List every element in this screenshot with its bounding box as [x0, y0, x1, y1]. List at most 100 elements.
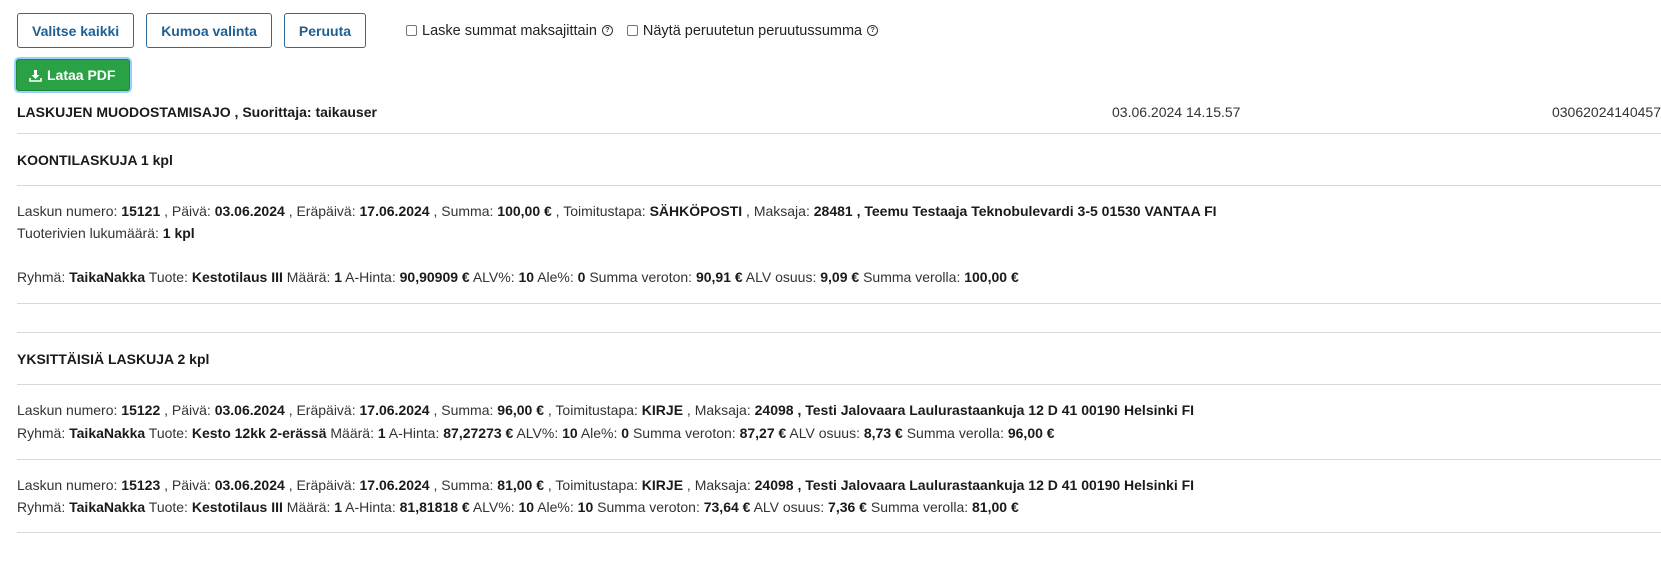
- label: Määrä:: [286, 499, 331, 515]
- label: ALV osuus:: [789, 425, 860, 441]
- label: Summa veroton:: [632, 425, 736, 441]
- label: Summa verolla:: [906, 425, 1004, 441]
- label: Määrä:: [330, 425, 374, 441]
- payer-details: , Teemu Testaaja Teknobulevardi 3-5 0153…: [856, 203, 1217, 219]
- rows-count: 1 kpl: [162, 225, 195, 241]
- label: Summa veroton:: [597, 499, 700, 515]
- label: , Eräpäivä:: [288, 477, 356, 493]
- cancel-button[interactable]: Peruuta: [283, 13, 367, 48]
- label: Ryhmä:: [17, 269, 66, 285]
- label: A-Hinta:: [345, 269, 396, 285]
- label: , Toimitustapa:: [547, 477, 638, 493]
- show-cancelled-checkbox[interactable]: [626, 25, 638, 36]
- download-icon: [29, 69, 42, 82]
- discount-percent: 0: [621, 425, 630, 441]
- group: TaikaNakka: [69, 425, 146, 441]
- label: Ale%:: [537, 269, 574, 285]
- invoice-number: 15122: [121, 402, 161, 418]
- label: , Summa:: [433, 203, 494, 219]
- sum-incl-vat: 100,00 €: [964, 269, 1019, 285]
- label: , Maksaja:: [686, 477, 751, 493]
- label: , Summa:: [433, 477, 494, 493]
- label: Tuote:: [148, 499, 188, 515]
- invoice-due-date: 17.06.2024: [359, 203, 430, 219]
- sum-excl-vat: 73,64 €: [703, 499, 751, 515]
- label: A-Hinta:: [388, 425, 440, 441]
- sum-excl-vat: 87,27 €: [739, 425, 787, 441]
- help-icon[interactable]: ?: [601, 25, 613, 36]
- invoice-sum: 81,00 €: [497, 477, 544, 493]
- label: , Eräpäivä:: [288, 203, 356, 219]
- delivery-method: KIRJE: [641, 477, 684, 493]
- help-icon[interactable]: ?: [867, 25, 879, 36]
- product: Kesto 12kk 2-erässä: [191, 425, 327, 441]
- label: , Päivä:: [164, 402, 211, 418]
- label: , Toimitustapa:: [547, 402, 638, 418]
- label: Summa veroton:: [589, 269, 693, 285]
- label: Ale%:: [580, 425, 618, 441]
- label: ALV osuus:: [753, 499, 825, 515]
- invoice-sum: 100,00 €: [497, 203, 552, 219]
- invoice-sum: 96,00 €: [497, 402, 544, 418]
- label: ALV%:: [472, 499, 515, 515]
- divider: [17, 303, 1661, 304]
- label: Tuote:: [148, 425, 188, 441]
- quantity: 1: [377, 425, 386, 441]
- label: ALV osuus:: [745, 269, 817, 285]
- divider: [17, 459, 1661, 460]
- run-title-text: LASKUJEN MUODOSTAMISAJO: [17, 104, 231, 120]
- sum-by-payer-checkbox[interactable]: [406, 25, 418, 36]
- sum-by-payer-option[interactable]: Laske summat maksajittain ?: [406, 23, 613, 39]
- invoice-number: 15121: [121, 203, 161, 219]
- select-all-button[interactable]: Valitse kaikki: [17, 13, 135, 48]
- individual-invoices-title: YKSITTÄISIÄ LASKUJA 2 kpl: [17, 351, 210, 367]
- label: , Toimitustapa:: [555, 203, 646, 219]
- show-cancelled-option[interactable]: Näytä peruutetun peruutussumma ?: [626, 22, 879, 39]
- label: Määrä:: [286, 269, 331, 285]
- divider: [17, 133, 1661, 134]
- label: Summa verolla:: [863, 269, 961, 285]
- undo-selection-button[interactable]: Kumoa valinta: [146, 13, 272, 48]
- group: TaikaNakka: [69, 499, 146, 515]
- product: Kestotilaus III: [191, 499, 283, 515]
- show-cancelled-label: Näytä peruutetun peruutussumma: [642, 22, 863, 39]
- divider: [17, 384, 1661, 385]
- vat-share: 7,36 €: [828, 499, 867, 515]
- invoice-line: Laskun numero: 15123 , Päivä: 03.06.2024…: [17, 477, 1194, 493]
- vat-percent: 10: [518, 499, 535, 515]
- product-row: Ryhmä: TaikaNakka Tuote: Kestotilaus III…: [17, 499, 1019, 515]
- label: ALV%:: [472, 269, 515, 285]
- label: , Päivä:: [164, 203, 211, 219]
- performer-label: , Suorittaja:: [234, 104, 312, 120]
- label: Tuoterivien lukumäärä:: [17, 225, 159, 241]
- payer-id: 24098: [754, 402, 794, 418]
- invoice-line: Laskun numero: 15121 , Päivä: 03.06.2024…: [17, 203, 1217, 219]
- download-pdf-button[interactable]: Lataa PDF: [16, 59, 131, 91]
- quantity: 1: [334, 269, 343, 285]
- group: TaikaNakka: [69, 269, 146, 285]
- label: , Maksaja:: [686, 402, 751, 418]
- payer-id: 28481: [813, 203, 853, 219]
- divider: [17, 332, 1661, 333]
- label: Summa verolla:: [870, 499, 969, 515]
- rows-count-line: Tuoterivien lukumäärä: 1 kpl: [17, 225, 195, 241]
- delivery-method: SÄHKÖPOSTI: [649, 203, 743, 219]
- discount-percent: 0: [577, 269, 586, 285]
- sum-by-payer-label: Laske summat maksajittain: [422, 22, 597, 39]
- run-datetime: 03.06.2024 14.15.57: [1112, 104, 1241, 120]
- payer-id: 24098: [754, 477, 794, 493]
- label: , Maksaja:: [746, 203, 810, 219]
- invoice-due-date: 17.06.2024: [359, 477, 430, 493]
- invoice-date: 03.06.2024: [214, 402, 285, 418]
- invoice-date: 03.06.2024: [214, 477, 285, 493]
- vat-percent: 10: [562, 425, 578, 441]
- vat-percent: 10: [518, 269, 535, 285]
- label: Ryhmä:: [17, 425, 66, 441]
- discount-percent: 10: [577, 499, 594, 515]
- delivery-method: KIRJE: [641, 402, 684, 418]
- unit-price: 87,27273 €: [443, 425, 514, 441]
- unit-price: 81,81818 €: [399, 499, 470, 515]
- unit-price: 90,90909 €: [399, 269, 470, 285]
- payer-details: , Testi Jalovaara Laulurastaankuja 12 D …: [797, 477, 1195, 493]
- quantity: 1: [334, 499, 343, 515]
